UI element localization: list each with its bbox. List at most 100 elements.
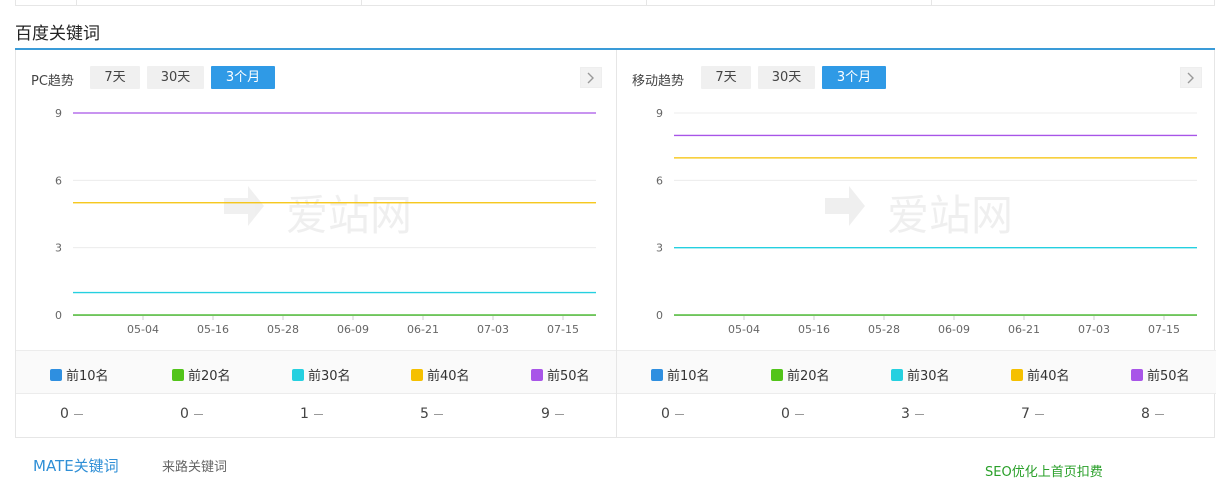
table-divider bbox=[76, 0, 77, 6]
seo-promo-link[interactable]: SEO优化上首页扣费 bbox=[985, 461, 1103, 480]
x-tick-label: 06-09 bbox=[337, 323, 369, 336]
count-value: 1 bbox=[300, 406, 323, 422]
x-tick-label: 07-03 bbox=[1078, 323, 1110, 336]
x-tick-label: 05-04 bbox=[127, 323, 159, 336]
count-value: 8 bbox=[1141, 406, 1164, 422]
legend-item[interactable]: 前30名 bbox=[292, 365, 351, 384]
mobile-trend-panel: 移动趋势 7天 30天 3个月 爱站网 0 3 6 9 05-04 05-16 05-28 06… bbox=[616, 50, 1216, 438]
legend-item[interactable]: 前20名 bbox=[172, 365, 231, 384]
range-30d-button[interactable]: 30天 bbox=[758, 66, 815, 89]
x-tick-label: 06-21 bbox=[1008, 323, 1040, 336]
trend-dash-icon bbox=[313, 413, 323, 415]
trend-dash-icon bbox=[1034, 413, 1044, 415]
x-tick-label: 06-21 bbox=[407, 323, 439, 336]
legend-label: 前50名 bbox=[1147, 369, 1190, 384]
range-7d-button[interactable]: 7天 bbox=[90, 66, 140, 89]
x-tick-label: 05-28 bbox=[868, 323, 900, 336]
y-tick-label: 6 bbox=[656, 174, 663, 187]
x-tick-label: 06-09 bbox=[938, 323, 970, 336]
legend-item[interactable]: 前30名 bbox=[891, 365, 950, 384]
tab-referral-keywords[interactable]: 来路关键词 bbox=[162, 456, 227, 475]
legend-swatch bbox=[891, 368, 903, 381]
y-tick-label: 9 bbox=[656, 107, 663, 120]
watermark-text: 爱站网 bbox=[887, 191, 1013, 240]
table-divider bbox=[646, 0, 647, 6]
section-title: 百度关键词 bbox=[15, 24, 100, 44]
x-tick-label: 05-16 bbox=[197, 323, 229, 336]
legend-label: 前10名 bbox=[66, 369, 109, 384]
watermark-text: 爱站网 bbox=[286, 191, 412, 240]
pc-trend-panel: PC趋势 7天 30天 3个月 爱站网 0 3 6 9 05-04 05-16 05-28 06… bbox=[16, 50, 616, 438]
range-30d-button[interactable]: 30天 bbox=[147, 66, 204, 89]
trend-dash-icon bbox=[73, 413, 83, 415]
trend-dash-icon bbox=[1154, 413, 1164, 415]
count-value: 7 bbox=[1021, 406, 1044, 422]
count-value: 3 bbox=[901, 406, 924, 422]
legend-label: 前20名 bbox=[188, 369, 231, 384]
x-tick-label: 07-03 bbox=[477, 323, 509, 336]
count-value: 0 bbox=[60, 406, 83, 422]
y-tick-label: 9 bbox=[55, 107, 62, 120]
legend-item[interactable]: 前50名 bbox=[1131, 365, 1190, 384]
legend-swatch bbox=[1131, 368, 1143, 381]
legend-swatch bbox=[1011, 368, 1023, 381]
x-tick-label: 05-28 bbox=[267, 323, 299, 336]
legend-swatch bbox=[50, 368, 62, 381]
range-7d-button[interactable]: 7天 bbox=[701, 66, 751, 89]
legend-label: 前40名 bbox=[427, 369, 470, 384]
legend-swatch bbox=[651, 368, 663, 381]
pc-line-chart: 爱站网 0 3 6 9 05-04 05-16 05-28 06-09 06-21 07-03 07-… bbox=[55, 107, 596, 336]
count-row: 0 0 3 7 8 bbox=[617, 394, 1216, 438]
y-tick-label: 3 bbox=[656, 242, 663, 255]
x-tick-label: 05-04 bbox=[728, 323, 760, 336]
legend-label: 前10名 bbox=[667, 369, 710, 384]
next-arrow-button[interactable] bbox=[580, 67, 602, 88]
legend-item[interactable]: 前20名 bbox=[771, 365, 830, 384]
trend-dash-icon bbox=[674, 413, 684, 415]
x-tick-label: 07-15 bbox=[1148, 323, 1180, 336]
legend-item[interactable]: 前10名 bbox=[50, 365, 109, 384]
legend-swatch bbox=[531, 368, 543, 381]
range-3m-button[interactable]: 3个月 bbox=[211, 66, 275, 89]
trend-dash-icon bbox=[914, 413, 924, 415]
table-divider bbox=[361, 0, 362, 6]
panel-title: PC趋势 bbox=[31, 74, 74, 89]
watermark-logo: 爱站网 bbox=[224, 186, 412, 240]
trend-dash-icon bbox=[794, 413, 804, 415]
watermark-logo: 爱站网 bbox=[825, 186, 1013, 240]
keyword-trend-panels: PC趋势 7天 30天 3个月 爱站网 0 3 6 9 05-04 05-16 05-28 06… bbox=[15, 50, 1216, 438]
legend-label: 前40名 bbox=[1027, 369, 1070, 384]
legend-item[interactable]: 前50名 bbox=[531, 365, 590, 384]
legend-swatch bbox=[411, 368, 423, 381]
legend-label: 前30名 bbox=[308, 369, 351, 384]
count-value: 5 bbox=[420, 406, 443, 422]
legend-item[interactable]: 前40名 bbox=[1011, 365, 1070, 384]
tab-mate-keywords[interactable]: MATE关键词 bbox=[33, 455, 119, 476]
legend-row: 前10名 前20名 前30名 前40名 前50名 bbox=[617, 350, 1216, 394]
legend-item[interactable]: 前40名 bbox=[411, 365, 470, 384]
trend-dash-icon bbox=[433, 413, 443, 415]
legend-label: 前30名 bbox=[907, 369, 950, 384]
count-row: 0 0 1 5 9 bbox=[16, 394, 616, 438]
legend-item[interactable]: 前10名 bbox=[651, 365, 710, 384]
next-arrow-button[interactable] bbox=[1180, 67, 1202, 88]
trend-dash-icon bbox=[554, 413, 564, 415]
previous-table-bottom bbox=[15, 0, 1215, 6]
x-tick-label: 05-16 bbox=[798, 323, 830, 336]
legend-row: 前10名 前20名 前30名 前40名 前50名 bbox=[16, 350, 616, 394]
count-value: 0 bbox=[180, 406, 203, 422]
logo-icon bbox=[224, 186, 264, 226]
pc-trend-chart: 爱站网 0 3 6 9 05-04 05-16 05-28 06-09 06-21 07-03 07-… bbox=[16, 102, 616, 347]
legend-swatch bbox=[292, 368, 304, 381]
mobile-line-chart: 爱站网 0 3 6 9 05-04 05-16 05-28 06-09 06-21 07-03 07-… bbox=[656, 107, 1197, 336]
legend-label: 前20名 bbox=[787, 369, 830, 384]
chevron-right-icon bbox=[587, 72, 594, 83]
count-value: 0 bbox=[781, 406, 804, 422]
chevron-right-icon bbox=[1187, 72, 1194, 83]
range-3m-button[interactable]: 3个月 bbox=[822, 66, 886, 89]
table-divider bbox=[931, 0, 932, 6]
logo-icon bbox=[825, 186, 865, 226]
count-value: 9 bbox=[541, 406, 564, 422]
count-value: 0 bbox=[661, 406, 684, 422]
panel-header: 移动趋势 7天 30天 3个月 bbox=[617, 66, 1216, 90]
